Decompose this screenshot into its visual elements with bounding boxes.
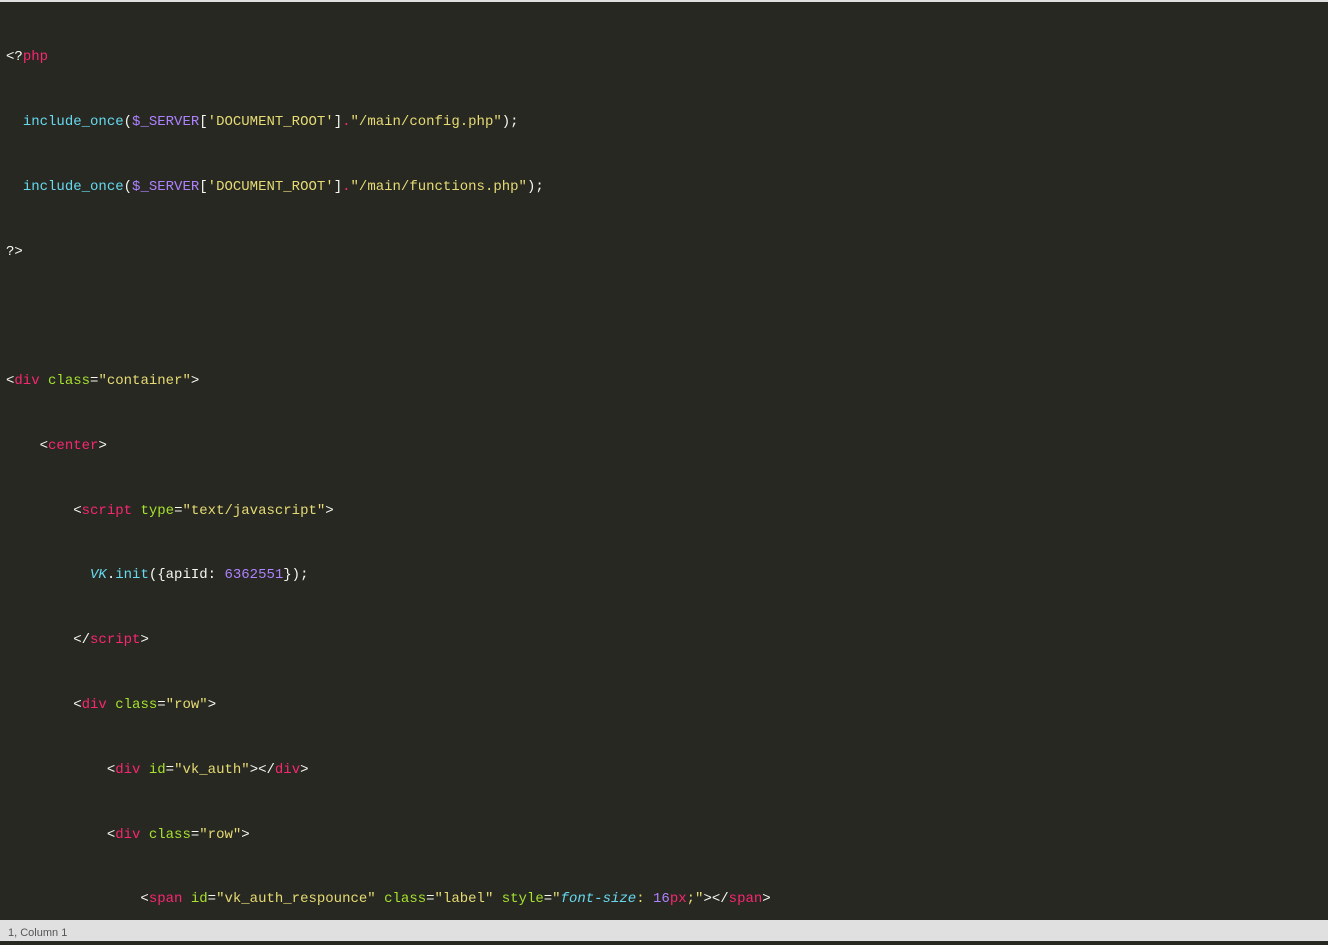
code-line: <div id="vk_auth"></div> [6, 760, 1322, 782]
code-line: <div class="row"> [6, 825, 1322, 847]
code-line: <span id="vk_auth_respounce" class="labe… [6, 889, 1322, 911]
code-line [6, 306, 1322, 328]
code-line: <script type="text/javascript"> [6, 501, 1322, 523]
tab-strip [0, 0, 1328, 2]
cursor-position: 1, Column 1 [8, 927, 67, 939]
code-line: <div class="container"> [6, 371, 1322, 393]
code-line: <?php [6, 47, 1322, 69]
code-line: ?> [6, 242, 1322, 264]
code-line: <center> [6, 436, 1322, 458]
code-editor[interactable]: <?php include_once($_SERVER['DOCUMENT_RO… [0, 0, 1328, 920]
status-bar: 1, Column 1 [0, 920, 1328, 941]
code-line: VK.init({apiId: 6362551}); [6, 565, 1322, 587]
code-line: <div class="row"> [6, 695, 1322, 717]
code-line: include_once($_SERVER['DOCUMENT_ROOT']."… [6, 177, 1322, 199]
code-line: </script> [6, 630, 1322, 652]
code-line: include_once($_SERVER['DOCUMENT_ROOT']."… [6, 112, 1322, 134]
